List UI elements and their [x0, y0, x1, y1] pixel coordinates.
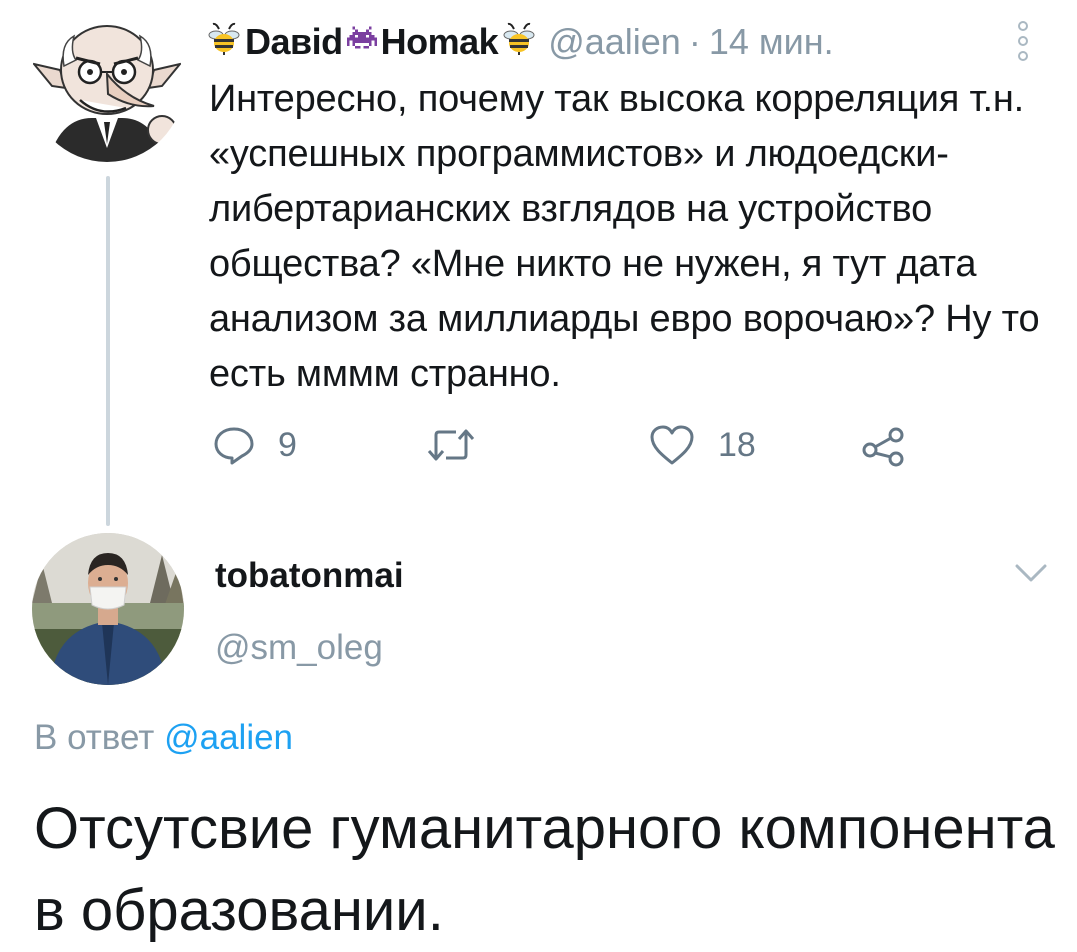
retweet-button[interactable]: [426, 416, 476, 474]
chevron-down-icon[interactable]: [1013, 560, 1049, 586]
tweet1-timestamp[interactable]: 14 мин.: [709, 21, 834, 63]
tweet2-display-name[interactable]: tobatonmai: [215, 556, 404, 596]
reply-handle-link[interactable]: @aalien: [164, 718, 293, 757]
reply-count: 9: [278, 425, 297, 464]
like-button[interactable]: 18: [648, 416, 756, 474]
separator-dot: ·: [688, 21, 701, 62]
thread-line: [106, 176, 110, 526]
tweet1-handle[interactable]: @aalien: [548, 21, 681, 63]
avatar-tobatonmai[interactable]: [32, 533, 184, 685]
reply-prefix: В ответ: [34, 718, 155, 757]
tweet1-display-name[interactable]: Daвid Homak: [207, 21, 536, 64]
bee-icon: [207, 21, 241, 64]
more-vertical-icon[interactable]: [1013, 18, 1033, 64]
tweet2-handle[interactable]: @sm_oleg: [215, 628, 383, 668]
tweet2-text: Отсутсвие гуманитарного компонента в обр…: [34, 796, 1055, 943]
share-button[interactable]: [860, 416, 906, 474]
bee-icon: [502, 21, 536, 64]
reply-icon: [212, 423, 256, 467]
space-invader-icon: [346, 21, 377, 63]
tweet1-header: Daвid Homak @aalien · 14 мин.: [207, 16, 834, 68]
tweet1-name-part2: Homak: [380, 21, 499, 62]
reply-context: В ответ @aalien: [34, 718, 293, 758]
heart-icon: [648, 423, 696, 467]
tweet1-name-part1: Daвid: [245, 21, 343, 62]
share-icon: [860, 423, 906, 467]
tweet1-text: Интересно, почему так высока корреляция …: [209, 78, 1040, 395]
retweet-icon: [426, 423, 476, 467]
avatar-daвid[interactable]: [30, 8, 184, 162]
like-count: 18: [718, 425, 756, 464]
reply-button[interactable]: 9: [212, 416, 297, 474]
